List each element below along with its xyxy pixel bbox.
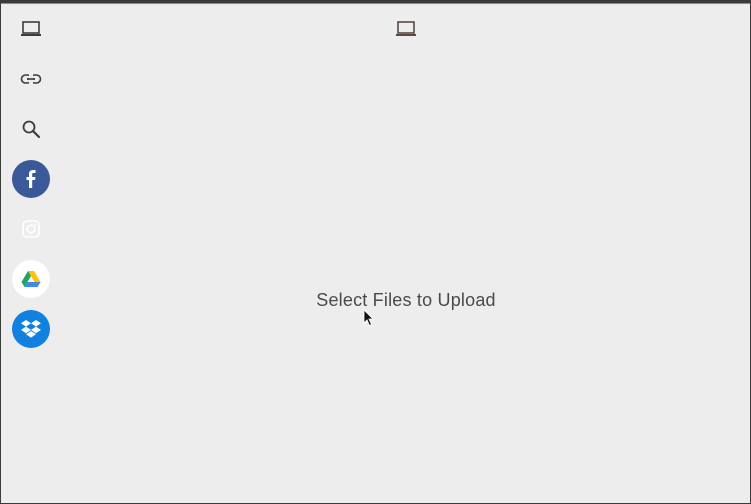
source-sidebar <box>1 4 61 503</box>
source-link[interactable] <box>12 60 50 98</box>
laptop-icon <box>20 20 42 38</box>
instagram-icon <box>21 219 41 239</box>
link-icon <box>20 72 42 86</box>
select-files-button[interactable]: Select Files to Upload <box>201 290 611 311</box>
dropbox-icon <box>20 319 42 339</box>
source-facebook[interactable] <box>12 160 50 198</box>
file-picker-window: Select Files to Upload <box>1 3 750 503</box>
facebook-icon <box>24 169 38 189</box>
search-icon <box>21 119 41 139</box>
source-google-drive[interactable] <box>12 260 50 298</box>
laptop-icon <box>394 19 418 39</box>
source-web-search[interactable] <box>12 110 50 148</box>
source-instagram[interactable] <box>12 210 50 248</box>
source-dropbox[interactable] <box>12 310 50 348</box>
mouse-cursor-icon <box>363 309 375 327</box>
source-my-device[interactable] <box>12 10 50 48</box>
google-drive-icon <box>21 270 41 288</box>
